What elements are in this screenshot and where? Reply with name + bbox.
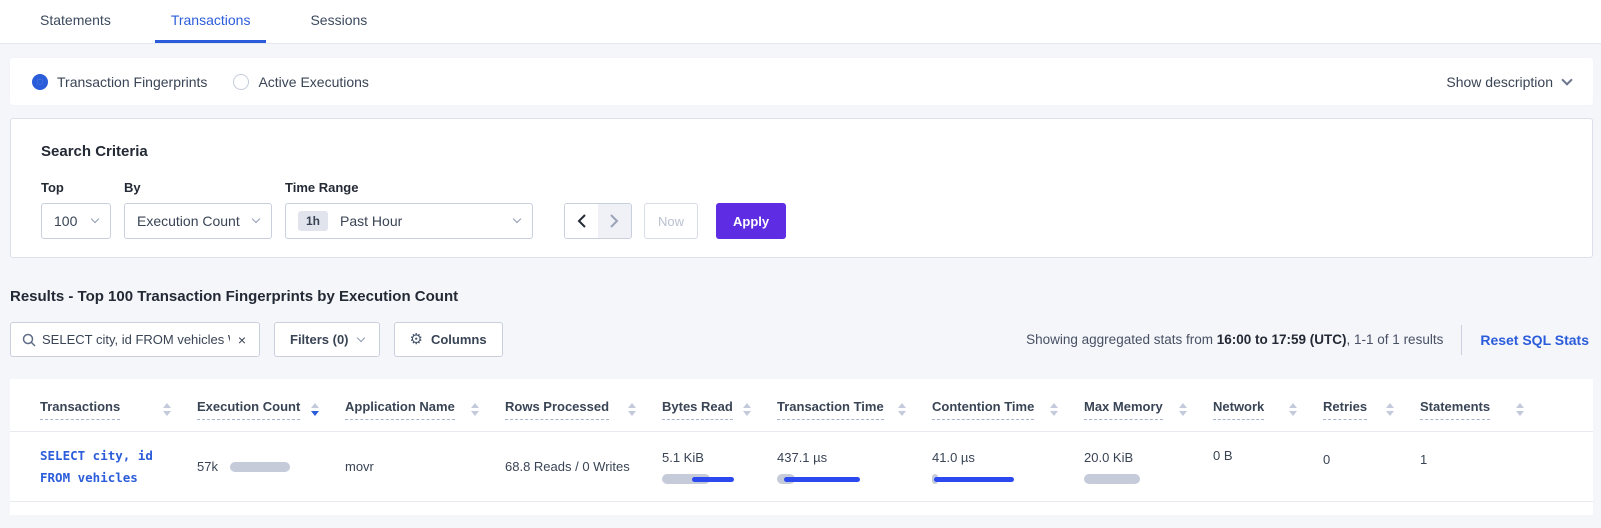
col-retries[interactable]: Retries (1323, 399, 1367, 420)
show-description-label: Show description (1446, 74, 1553, 90)
bytes-read-bar-stddev (692, 477, 734, 482)
search-icon (22, 333, 36, 347)
contention-time-bar-stddev (934, 477, 1014, 482)
transaction-time-bar-stddev (784, 477, 860, 482)
execution-count-value: 57k (197, 459, 218, 474)
retries-value: 0 (1323, 452, 1330, 467)
col-transaction-time[interactable]: Transaction Time (777, 399, 884, 420)
radio-transaction-fingerprints[interactable]: Transaction Fingerprints (32, 74, 207, 90)
sort-icon[interactable] (1516, 403, 1524, 416)
sort-icon-active[interactable] (311, 403, 319, 416)
max-memory-cell: 20.0 KiB (1084, 449, 1169, 484)
execution-count-bar (230, 462, 290, 472)
results-title: Results - Top 100 Transaction Fingerprin… (10, 288, 1593, 305)
sort-icon[interactable] (898, 403, 906, 416)
chevron-left-icon (577, 214, 586, 228)
col-bytes-read[interactable]: Bytes Read (662, 399, 733, 420)
sort-icon[interactable] (1050, 403, 1058, 416)
top-field: Top 100 (41, 180, 111, 239)
clear-search-icon[interactable]: × (236, 332, 248, 348)
search-input[interactable] (42, 332, 230, 347)
time-range-badge: 1h (298, 211, 328, 231)
time-range-value: Past Hour (340, 213, 402, 229)
top-select[interactable]: 100 (41, 203, 111, 239)
filters-button[interactable]: Filters (0) (274, 322, 380, 357)
tab-sessions[interactable]: Sessions (294, 0, 383, 43)
chevron-down-icon (356, 333, 364, 341)
col-statements[interactable]: Statements (1420, 399, 1490, 420)
transaction-fingerprint-link[interactable]: SELECT city, id FROM vehicles (40, 445, 153, 489)
columns-button[interactable]: ⚙ Columns (394, 322, 503, 357)
rows-processed-value: 68.8 Reads / 0 Writes (505, 459, 630, 474)
chevron-down-icon (252, 215, 260, 223)
tab-statements[interactable]: Statements (24, 0, 127, 43)
top-value: 100 (54, 213, 77, 229)
statements-value: 1 (1420, 452, 1427, 467)
sort-icon[interactable] (1386, 403, 1394, 416)
aggregated-stats-text: Showing aggregated stats from 16:00 to 1… (1026, 332, 1443, 347)
tab-transactions[interactable]: Transactions (155, 0, 267, 43)
by-label: By (124, 180, 272, 195)
chevron-down-icon (513, 215, 521, 223)
view-toggle-bar: Transaction Fingerprints Active Executio… (10, 58, 1593, 105)
contention-time-cell: 41.0 µs (932, 449, 1017, 484)
radio-label: Active Executions (258, 74, 369, 90)
reset-sql-stats-link[interactable]: Reset SQL Stats (1480, 332, 1589, 348)
time-range-select[interactable]: 1h Past Hour (285, 203, 533, 239)
col-application-name[interactable]: Application Name (345, 399, 455, 420)
time-range-label: Time Range (285, 180, 551, 195)
filters-label: Filters (0) (290, 332, 349, 347)
divider (1461, 325, 1462, 355)
radio-selected-icon (32, 74, 48, 90)
max-memory-bar-mean (1084, 474, 1140, 484)
application-name-value: movr (345, 459, 374, 474)
sort-icon[interactable] (471, 403, 479, 416)
top-label: Top (41, 180, 111, 195)
network-value: 0 B (1213, 448, 1233, 463)
bytes-read-cell: 5.1 KiB (662, 449, 747, 484)
search-criteria-panel: Search Criteria Top 100 By Execution Cou… (10, 118, 1593, 258)
sort-icon[interactable] (628, 403, 636, 416)
col-rows-processed[interactable]: Rows Processed (505, 399, 609, 420)
col-network[interactable]: Network (1213, 399, 1264, 420)
apply-button[interactable]: Apply (716, 203, 786, 239)
previous-time-window-button[interactable] (565, 204, 598, 238)
transactions-table: Transactions Execution Count Application… (10, 379, 1593, 515)
chevron-right-icon (610, 214, 619, 228)
time-window-arrows (564, 203, 632, 239)
sort-icon[interactable] (1179, 403, 1187, 416)
col-execution-count[interactable]: Execution Count (197, 399, 300, 420)
by-field: By Execution Count (124, 180, 272, 239)
gear-icon: ⚙ (410, 332, 423, 347)
time-range-field: Time Range 1h Past Hour (285, 180, 551, 239)
chevron-down-icon (1561, 74, 1572, 85)
chevron-down-icon (91, 215, 99, 223)
transaction-time-cell: 437.1 µs (777, 449, 862, 484)
by-value: Execution Count (137, 213, 240, 229)
show-description-toggle[interactable]: Show description (1446, 74, 1571, 90)
sql-search-box[interactable]: × (10, 322, 260, 357)
results-toolbar: × Filters (0) ⚙ Columns Showing aggregat… (10, 322, 1593, 357)
columns-label: Columns (431, 332, 487, 347)
sort-icon[interactable] (1289, 403, 1297, 416)
page-tabs: Statements Transactions Sessions (0, 0, 1601, 44)
sort-icon[interactable] (743, 403, 751, 416)
search-criteria-title: Search Criteria (41, 143, 1562, 160)
radio-active-executions[interactable]: Active Executions (233, 74, 369, 90)
by-select[interactable]: Execution Count (124, 203, 272, 239)
col-contention-time[interactable]: Contention Time (932, 399, 1034, 420)
now-button[interactable]: Now (644, 203, 698, 239)
col-max-memory[interactable]: Max Memory (1084, 399, 1163, 420)
table-row: SELECT city, id FROM vehicles 57k movr 6… (10, 432, 1593, 502)
col-transactions[interactable]: Transactions (40, 399, 120, 420)
radio-label: Transaction Fingerprints (57, 74, 207, 90)
radio-unselected-icon (233, 74, 249, 90)
table-header-row: Transactions Execution Count Application… (10, 387, 1593, 432)
sort-icon[interactable] (163, 403, 171, 416)
next-time-window-button[interactable] (598, 204, 631, 238)
